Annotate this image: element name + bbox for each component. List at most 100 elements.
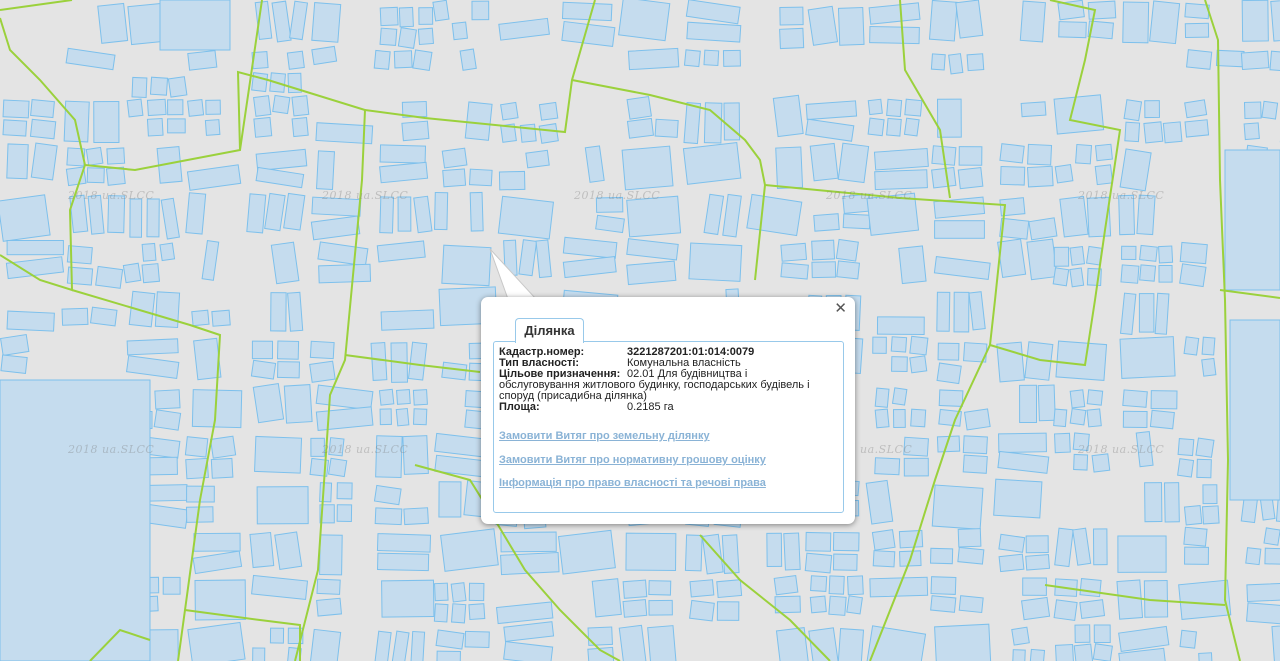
parcel[interactable] [187,49,218,71]
parcel[interactable] [871,529,896,551]
parcel[interactable] [1054,643,1074,661]
parcel[interactable] [1122,389,1148,408]
parcel[interactable] [538,101,559,121]
parcel[interactable] [187,98,205,117]
parcel[interactable] [1139,264,1157,282]
parcel[interactable] [1053,408,1068,428]
parcel[interactable] [395,407,410,427]
parcel[interactable] [370,342,388,381]
parcel[interactable] [1123,99,1143,122]
parcel[interactable] [1163,482,1180,523]
parcel[interactable] [689,599,715,622]
parcel[interactable] [874,457,901,476]
parcel[interactable] [373,49,391,70]
parcel[interactable] [1246,582,1280,603]
parcel[interactable] [396,389,411,405]
parcel[interactable] [106,147,126,165]
parcel[interactable] [393,50,413,69]
parcel[interactable] [441,244,492,287]
parcel[interactable] [318,263,372,284]
parcel[interactable] [873,147,929,171]
parcel[interactable] [397,27,417,49]
parcel[interactable] [876,316,925,335]
parcel[interactable] [1059,195,1089,238]
parcel[interactable] [417,27,434,46]
parcel[interactable] [1094,164,1114,186]
parcel[interactable] [1069,246,1086,266]
parcel[interactable] [249,531,275,569]
parcel[interactable] [450,603,467,624]
parcel[interactable] [272,94,291,115]
parcel[interactable] [962,454,988,474]
parcel[interactable] [418,7,434,25]
parcel[interactable] [682,141,742,185]
parcel[interactable] [936,291,951,332]
parcel[interactable] [1179,263,1207,288]
parcel[interactable] [154,389,181,410]
parcel[interactable] [410,630,426,661]
parcel[interactable] [1177,438,1195,457]
parcel[interactable] [1075,143,1093,165]
parcel[interactable] [958,146,983,166]
parcel[interactable] [1019,0,1046,43]
parcel[interactable] [1053,94,1105,135]
parcel[interactable] [315,150,336,191]
parcel[interactable] [1079,599,1106,620]
parcel[interactable] [1092,643,1113,661]
parcel[interactable] [159,242,176,262]
parcel[interactable] [828,575,845,595]
parcel[interactable] [525,149,550,169]
parcel[interactable] [618,0,671,42]
parcel[interactable] [1122,1,1150,44]
parcel[interactable] [380,309,435,331]
parcel[interactable] [309,340,335,360]
parcel[interactable] [538,123,559,144]
parcel[interactable] [654,118,679,138]
parcel[interactable] [1263,527,1280,546]
parcel[interactable] [931,166,957,189]
parcel[interactable] [963,408,991,431]
parcel[interactable] [376,533,432,553]
parcel[interactable] [807,5,839,46]
parcel[interactable] [772,94,804,138]
parcel[interactable] [716,601,740,621]
parcel[interactable] [1094,143,1113,162]
parcel[interactable] [625,532,677,572]
parcel[interactable] [185,192,207,235]
parcel[interactable] [434,191,449,231]
parcel[interactable] [89,306,118,327]
parcel[interactable] [1201,336,1216,356]
parcel[interactable] [837,142,870,184]
parcel[interactable] [468,582,485,602]
parcel[interactable] [626,195,682,238]
parcel[interactable] [1158,245,1174,264]
parcel[interactable] [622,579,648,599]
parcel[interactable] [1177,458,1195,478]
parcel[interactable] [648,580,672,596]
parcel[interactable] [141,263,161,284]
parcel[interactable] [86,167,105,184]
parcel[interactable] [1025,535,1049,554]
parcel[interactable] [85,146,104,166]
parcel[interactable] [891,356,908,373]
parcel[interactable] [131,76,148,98]
parcel[interactable] [936,362,962,385]
parcel[interactable] [557,529,616,575]
parcel[interactable] [379,408,392,426]
parcel[interactable] [828,595,847,616]
parcel[interactable] [928,0,958,42]
parcel[interactable] [1150,390,1178,410]
parcel[interactable] [891,387,908,406]
parcel[interactable] [746,193,803,237]
parcel[interactable] [252,647,266,661]
parcel[interactable] [1086,389,1104,406]
parcel[interactable] [1092,528,1108,566]
parcel[interactable] [773,574,799,596]
parcel[interactable] [379,27,398,46]
parcel[interactable] [270,241,300,285]
parcel[interactable] [832,531,860,552]
tab-parcel[interactable]: Ділянка [515,318,584,343]
parcel[interactable] [1020,101,1047,118]
parcel[interactable] [837,628,865,661]
parcel[interactable] [1079,578,1102,598]
